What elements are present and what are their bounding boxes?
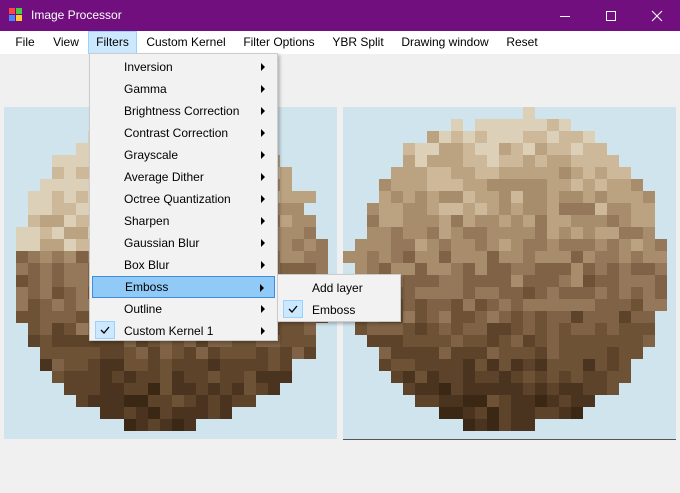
menu-item-label: Gamma xyxy=(124,82,167,96)
menu-item-label: Average Dither xyxy=(124,170,204,184)
maximize-button[interactable] xyxy=(588,0,634,31)
checkmark-icon xyxy=(283,300,303,318)
minimize-button[interactable] xyxy=(542,0,588,31)
app-icon xyxy=(9,8,23,22)
submenu-arrow-icon xyxy=(261,239,265,247)
submenu-arrow-icon xyxy=(261,129,265,137)
menu-item-label: Outline xyxy=(124,302,163,316)
submenu-arrow-icon xyxy=(261,63,265,71)
title-bar: Image Processor xyxy=(0,0,680,31)
menu-item-contrast-correction[interactable]: Contrast Correction xyxy=(92,122,275,144)
checkmark-icon xyxy=(95,321,115,339)
menu-item-label: Brightness Correction xyxy=(124,104,240,118)
menu-item-label: Contrast Correction xyxy=(124,126,229,140)
submenu-arrow-icon xyxy=(261,173,265,181)
menu-item-average-dither[interactable]: Average Dither xyxy=(92,166,275,188)
menu-item-label: Emboss xyxy=(125,280,169,294)
menu-item-brightness-correction[interactable]: Brightness Correction xyxy=(92,100,275,122)
menu-item-label: Inversion xyxy=(124,60,173,74)
menu-filter-options[interactable]: Filter Options xyxy=(236,31,322,54)
menu-item-custom-kernel-1[interactable]: Custom Kernel 1 xyxy=(92,320,275,342)
menu-item-label: Box Blur xyxy=(124,258,170,272)
close-icon xyxy=(651,10,663,21)
menu-item-inversion[interactable]: Inversion xyxy=(92,56,275,78)
menu-item-label: Gaussian Blur xyxy=(124,236,200,250)
submenu-arrow-icon xyxy=(261,217,265,225)
menu-item-label: Emboss xyxy=(312,303,356,317)
menu-item-label: Custom Kernel 1 xyxy=(124,324,214,338)
menu-item-add-layer[interactable]: Add layer xyxy=(280,277,398,299)
menu-item-gaussian-blur[interactable]: Gaussian Blur xyxy=(92,232,275,254)
menu-item-sharpen[interactable]: Sharpen xyxy=(92,210,275,232)
menu-item-label: Add layer xyxy=(312,281,363,295)
maximize-icon xyxy=(606,10,616,21)
filters-dropdown: Inversion Gamma Brightness Correction Contr… xyxy=(89,53,278,341)
menu-item-label: Sharpen xyxy=(124,214,170,228)
menu-reset[interactable]: Reset xyxy=(500,31,544,54)
menu-item-emboss[interactable]: Emboss xyxy=(92,276,275,298)
emboss-submenu: Add layer Emboss xyxy=(277,274,401,322)
submenu-arrow-icon xyxy=(261,151,265,159)
submenu-arrow-icon xyxy=(261,195,265,203)
menu-item-label: Grayscale xyxy=(124,148,179,162)
menu-ybr-split[interactable]: YBR Split xyxy=(326,31,390,54)
menu-file[interactable]: File xyxy=(8,31,42,54)
menu-drawing-window[interactable]: Drawing window xyxy=(394,31,496,54)
submenu-arrow-icon xyxy=(261,107,265,115)
menu-custom-kernel[interactable]: Custom Kernel xyxy=(140,31,232,54)
menu-item-emboss[interactable]: Emboss xyxy=(280,299,398,321)
submenu-arrow-icon xyxy=(261,305,265,313)
submenu-arrow-icon xyxy=(261,327,265,335)
menu-view[interactable]: View xyxy=(47,31,85,54)
menu-filters[interactable]: Filters xyxy=(88,31,137,54)
menu-item-grayscale[interactable]: Grayscale xyxy=(92,144,275,166)
window-title: Image Processor xyxy=(31,8,122,22)
menu-bar: File View Filters Custom Kernel Filter O… xyxy=(0,31,680,54)
menu-item-label: Octree Quantization xyxy=(124,192,231,206)
close-button[interactable] xyxy=(634,0,680,31)
menu-item-outline[interactable]: Outline xyxy=(92,298,275,320)
submenu-arrow-icon xyxy=(261,261,265,269)
submenu-arrow-icon xyxy=(261,85,265,93)
minimize-icon xyxy=(560,15,570,17)
menu-item-box-blur[interactable]: Box Blur xyxy=(92,254,275,276)
cookie-image xyxy=(343,107,676,439)
menu-item-gamma[interactable]: Gamma xyxy=(92,78,275,100)
menu-item-octree-quantization[interactable]: Octree Quantization xyxy=(92,188,275,210)
submenu-arrow-icon xyxy=(260,284,264,292)
